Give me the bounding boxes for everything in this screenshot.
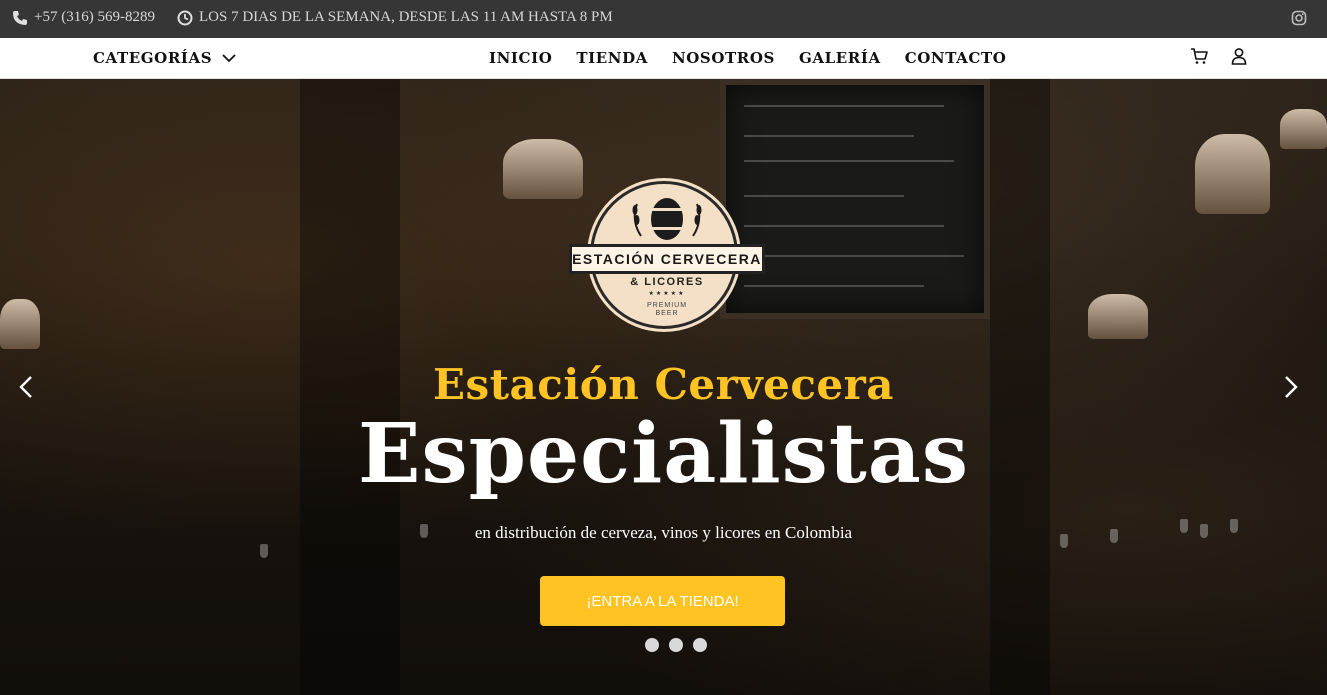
nav-link-inicio[interactable]: INICIO bbox=[489, 49, 552, 67]
lamp-background bbox=[1280, 109, 1327, 149]
lamp-background bbox=[1088, 294, 1148, 339]
categories-label: CATEGORÍAS bbox=[93, 49, 213, 67]
instagram-icon bbox=[1291, 10, 1307, 26]
slide-dot-2[interactable] bbox=[669, 638, 683, 652]
main-navigation: CATEGORÍAS INICIO TIENDA NOSOTROS GALERÍ… bbox=[0, 38, 1327, 79]
nav-link-galeria[interactable]: GALERÍA bbox=[799, 49, 881, 67]
chalkboard-background bbox=[720, 79, 990, 319]
clock-icon bbox=[177, 10, 193, 25]
previous-slide-arrow-icon[interactable] bbox=[17, 375, 37, 399]
barrel-wheat-icon bbox=[632, 198, 702, 240]
instagram-link[interactable] bbox=[1291, 10, 1307, 26]
categories-dropdown[interactable]: CATEGORÍAS bbox=[93, 49, 236, 67]
brand-logo: ESTACIÓN CERVECERA & LICORES ★★★★★ PREMI… bbox=[569, 181, 765, 329]
next-slide-arrow-icon[interactable] bbox=[1280, 375, 1300, 399]
phone-number: +57 (316) 569-8289 bbox=[34, 9, 155, 25]
logo-name: ESTACIÓN CERVECERA bbox=[572, 251, 762, 267]
logo-tagline-beer: BEER bbox=[655, 310, 679, 317]
hero-title: Estación Cervecera bbox=[432, 360, 894, 409]
enter-store-button[interactable]: ¡ENTRA A LA TIENDA! bbox=[540, 576, 785, 626]
phone-contact[interactable]: +57 (316) 569-8289 bbox=[12, 9, 155, 26]
nav-link-contacto[interactable]: CONTACTO bbox=[905, 49, 1007, 67]
chevron-down-icon bbox=[222, 54, 236, 63]
nav-link-nosotros[interactable]: NOSOTROS bbox=[672, 49, 775, 67]
slide-dot-3[interactable] bbox=[693, 638, 707, 652]
menu-links: INICIO TIENDA NOSOTROS GALERÍA CONTACTO bbox=[489, 49, 1006, 67]
lamp-background bbox=[1195, 134, 1270, 214]
top-info-bar: +57 (316) 569-8289 LOS 7 DIAS DE LA SEMA… bbox=[0, 0, 1327, 38]
user-icon[interactable] bbox=[1230, 47, 1248, 65]
logo-tagline: PREMIUM BEER bbox=[593, 302, 741, 318]
logo-subtitle: & LICORES bbox=[630, 276, 704, 288]
logo-tagline-premium: PREMIUM bbox=[646, 302, 688, 309]
logo-stars: ★★★★★ bbox=[648, 290, 686, 297]
opening-hours: LOS 7 DIAS DE LA SEMANA, DESDE LAS 11 AM… bbox=[177, 9, 613, 26]
hours-text: LOS 7 DIAS DE LA SEMANA, DESDE LAS 11 AM… bbox=[199, 9, 613, 25]
hero-subtitle: en distribución de cerveza, vinos y lico… bbox=[474, 523, 853, 542]
lamp-background bbox=[503, 139, 583, 199]
phone-icon bbox=[13, 10, 27, 25]
logo-banner: ESTACIÓN CERVECERA bbox=[569, 244, 765, 274]
nav-actions bbox=[1190, 47, 1248, 65]
slide-dot-1[interactable] bbox=[645, 638, 659, 652]
lamp-background bbox=[0, 299, 40, 349]
hero-headline: Especialistas bbox=[357, 406, 970, 502]
cart-icon[interactable] bbox=[1190, 47, 1208, 65]
nav-link-tienda[interactable]: TIENDA bbox=[576, 49, 648, 67]
hero-slider: ESTACIÓN CERVECERA & LICORES ★★★★★ PREMI… bbox=[0, 79, 1327, 695]
slider-pagination bbox=[645, 638, 707, 652]
